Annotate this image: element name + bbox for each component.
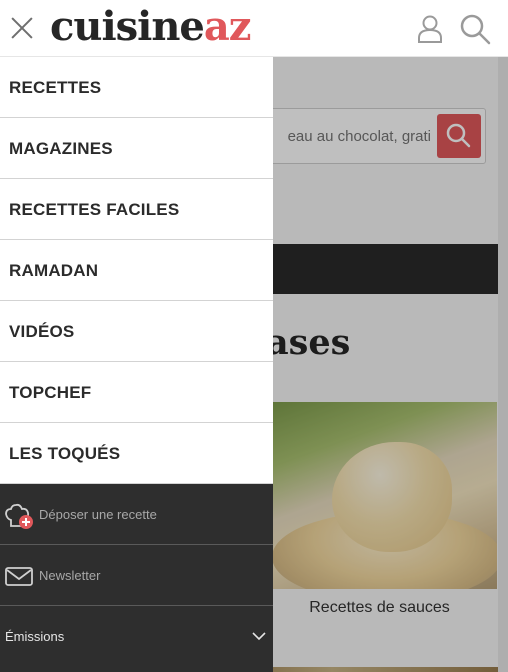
drawer-secondary: Déposer une recette Newsletter Émissions — [0, 484, 273, 672]
chef-hat-add-icon — [5, 503, 33, 529]
menu-item-recettes-faciles[interactable]: RECETTES FACILES — [0, 179, 273, 240]
menu-item-les-toques[interactable]: LES TOQUÉS — [0, 423, 273, 484]
top-header: cuisineaz — [0, 0, 508, 57]
user-icon[interactable] — [416, 14, 444, 44]
side-drawer: RECETTES MAGAZINES RECETTES FACILES RAMA… — [0, 57, 273, 672]
submit-recipe-link[interactable]: Déposer une recette — [0, 484, 273, 545]
newsletter-link[interactable]: Newsletter — [0, 545, 273, 606]
newsletter-label: Newsletter — [39, 568, 101, 583]
site-logo[interactable]: cuisineaz — [50, 2, 252, 52]
menu-item-topchef[interactable]: TOPCHEF — [0, 362, 273, 423]
submit-recipe-label: Déposer une recette — [39, 507, 157, 522]
chevron-down-icon — [252, 632, 266, 641]
envelope-icon — [5, 567, 33, 586]
menu-item-recettes[interactable]: RECETTES — [0, 57, 273, 118]
search-icon[interactable] — [458, 12, 492, 46]
menu-item-videos[interactable]: VIDÉOS — [0, 301, 273, 362]
emissions-label: Émissions — [5, 629, 65, 644]
close-icon[interactable] — [8, 14, 36, 42]
menu-item-magazines[interactable]: MAGAZINES — [0, 118, 273, 179]
menu-item-ramadan[interactable]: RAMADAN — [0, 240, 273, 301]
emissions-toggle[interactable]: Émissions — [0, 606, 273, 667]
